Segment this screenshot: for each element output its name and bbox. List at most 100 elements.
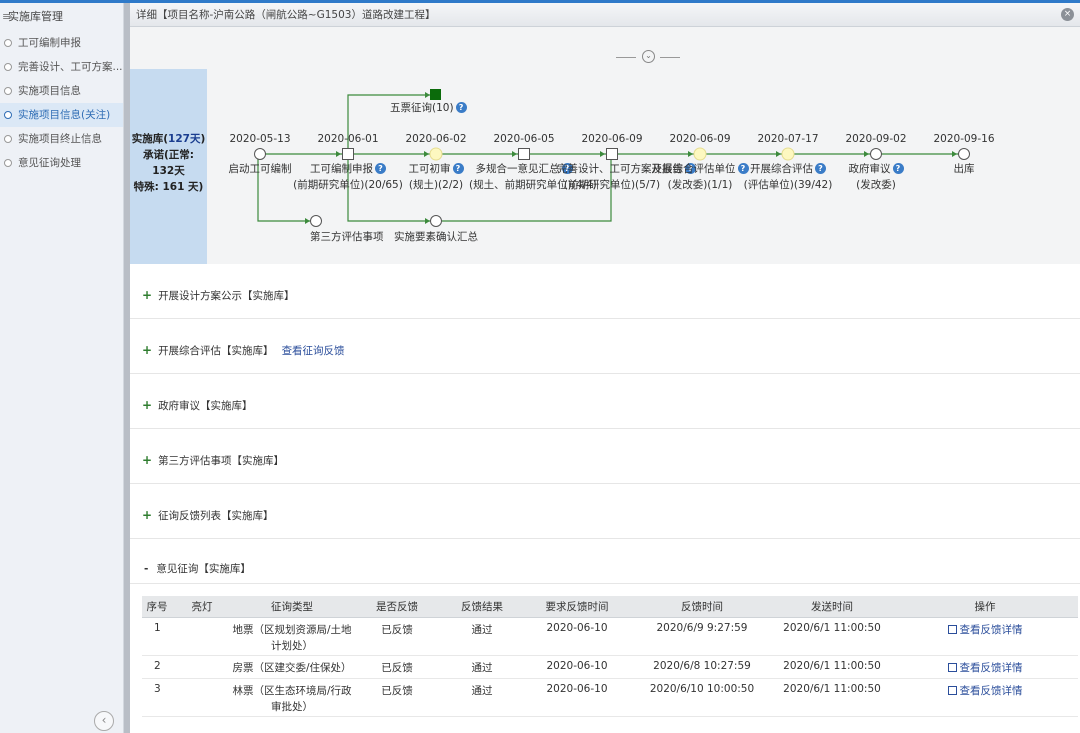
- column-header: 是否反馈: [352, 596, 442, 618]
- timeline-date: 2020-06-05: [493, 133, 555, 145]
- branch-arrow: [425, 92, 430, 98]
- section-title: 征询反馈列表【实施库】: [158, 510, 274, 522]
- cell-no: 2: [142, 655, 172, 679]
- branch-bottom-node-1: [310, 215, 322, 227]
- collapse-sidebar-icon[interactable]: ‹: [94, 711, 114, 731]
- section-title: 第三方评估事项【实施库】: [158, 455, 285, 467]
- section-header[interactable]: + 开展设计方案公示【实施库】: [142, 288, 295, 303]
- section-title: 政府审议【实施库】: [158, 400, 253, 412]
- timeline-arrow: [688, 151, 693, 157]
- view-feedback-link[interactable]: 查看征询反馈: [282, 345, 345, 357]
- timeline-node-label[interactable]: 出库: [909, 161, 1019, 177]
- timeline-node: [958, 148, 970, 160]
- cell-type: 房票（区建交委/住保处）: [232, 655, 352, 679]
- timeline-node: [870, 148, 882, 160]
- sidebar-item[interactable]: 实施项目信息(关注): [0, 103, 123, 127]
- expand-plus-icon: +: [142, 508, 153, 522]
- sidebar-item[interactable]: 意见征询处理: [0, 151, 123, 175]
- opinion-table: 序号 亮灯 征询类型 是否反馈 反馈结果 要求反馈时间 反馈时间 发送时间 操作 1 地票（区规划…: [142, 596, 1078, 717]
- cell-type: 地票（区规划资源局/土地 计划处）: [232, 617, 352, 656]
- view-feedback-detail-link[interactable]: 查看反馈详情: [947, 685, 1023, 697]
- table-row: 2 房票（区建交委/住保处） 已反馈 通过 2020-06-10 2020/6/8 10:…: [142, 655, 1078, 679]
- radio-dot-icon: [4, 63, 12, 71]
- column-header: 反馈结果: [442, 596, 522, 618]
- timeline-arrow: [864, 151, 869, 157]
- timeline-date: 2020-07-17: [757, 133, 819, 145]
- cell-result: 通过: [442, 678, 522, 717]
- cell-send: 2020/6/1 11:00:50: [772, 617, 892, 656]
- timeline-date: 2020-06-01: [317, 133, 379, 145]
- view-feedback-detail-link[interactable]: 查看反馈详情: [947, 624, 1023, 636]
- timeline-node: [429, 147, 443, 161]
- timeline-arrow: [424, 151, 429, 157]
- column-header: 反馈时间: [632, 596, 772, 618]
- help-icon[interactable]: ?: [892, 163, 904, 174]
- cell-action: 查看反馈详情: [892, 678, 1078, 717]
- branch-label[interactable]: 五票征询(10)?: [390, 100, 467, 116]
- sidebar: ≡实施库管理 工可编制申报完善设计、工可方案... 实施项目信息 实施项目信息(关注…: [0, 3, 124, 733]
- help-icon[interactable]: ?: [455, 102, 467, 113]
- column-header: 亮灯: [172, 596, 232, 618]
- sidebar-title[interactable]: ≡实施库管理: [0, 3, 123, 31]
- timeline-date: 2020-09-16: [933, 133, 995, 145]
- node-subtitle: (发改委): [856, 179, 896, 191]
- sidebar-item-label: 意见征询处理: [18, 157, 81, 169]
- sidebar-item[interactable]: 完善设计、工可方案...: [0, 55, 123, 79]
- node-title: 出库: [953, 163, 975, 175]
- sidebar-item-label: 工可编制申报: [18, 37, 81, 49]
- section-header[interactable]: + 征询反馈列表【实施库】: [142, 508, 274, 523]
- section-header[interactable]: + 政府审议【实施库】: [142, 398, 253, 413]
- cell-action: 查看反馈详情: [892, 655, 1078, 679]
- sidebar-item[interactable]: 实施项目信息: [0, 79, 123, 103]
- timeline-arrow: [600, 151, 605, 157]
- opinion-section-header[interactable]: - 意见征询【实施库】: [144, 561, 251, 576]
- node-title: 开展综合评估: [750, 163, 813, 175]
- node-title: 启动工可编制: [228, 163, 292, 175]
- section-header[interactable]: + 开展综合评估【实施库】 查看征询反馈: [142, 343, 345, 358]
- branch-label[interactable]: 实施要素确认汇总: [394, 229, 478, 245]
- timeline-graph: [254, 89, 970, 227]
- detail-header: 详细【项目名称-沪南公路（闸航公路~G1503）道路改建工程】 ×: [130, 3, 1080, 27]
- radio-dot-icon: [4, 111, 12, 119]
- column-header: 操作: [892, 596, 1078, 618]
- cell-feedback: 已反馈: [352, 678, 442, 717]
- timeline-date: 2020-06-02: [405, 133, 467, 145]
- table-row: 3 林票（区生态环境局/行政 审批处） 已反馈 通过 2020-06-10 2020/6/1…: [142, 678, 1078, 717]
- cell-no: 1: [142, 617, 172, 656]
- node-title: 工可初审: [408, 163, 451, 175]
- close-icon[interactable]: ×: [1061, 8, 1074, 21]
- column-header: 序号: [142, 596, 172, 618]
- timeline-node: [693, 147, 707, 161]
- timeline-arrow: [952, 151, 957, 157]
- cell-feedback: 已反馈: [352, 617, 442, 656]
- sidebar-list: 工可编制申报完善设计、工可方案... 实施项目信息 实施项目信息(关注) 实施项目终止…: [0, 31, 123, 175]
- table-header: 序号 亮灯 征询类型 是否反馈 反馈结果 要求反馈时间 反馈时间 发送时间 操作: [142, 596, 1078, 618]
- cell-action: 查看反馈详情: [892, 617, 1078, 656]
- accordion-section: + 开展综合评估【实施库】 查看征询反馈: [130, 319, 1080, 374]
- branch-arrow: [305, 218, 310, 224]
- section-title: 开展设计方案公示【实施库】: [158, 290, 295, 302]
- timeline-arrow: [776, 151, 781, 157]
- cell-type: 林票（区生态环境局/行政 审批处）: [232, 678, 352, 717]
- sidebar-item-label: 完善设计、工可方案...: [18, 61, 123, 73]
- collapse-minus-icon: -: [144, 563, 149, 575]
- column-header: 要求反馈时间: [522, 596, 632, 618]
- cell-fb_time: 2020/6/10 10:00:50: [632, 678, 772, 717]
- sidebar-item[interactable]: 实施项目终止信息: [0, 127, 123, 151]
- help-icon[interactable]: ?: [452, 163, 464, 174]
- node-title: 开展综合评估单位: [651, 163, 736, 175]
- cell-fb_time: 2020/6/8 10:27:59: [632, 655, 772, 679]
- timeline-node: [254, 148, 266, 160]
- accordion-section: + 开展设计方案公示【实施库】: [130, 264, 1080, 319]
- timeline-node: [606, 148, 618, 160]
- cell-no: 3: [142, 678, 172, 717]
- expand-plus-icon: +: [142, 398, 153, 412]
- sidebar-item[interactable]: 工可编制申报: [0, 31, 123, 55]
- accordion-section: + 征询反馈列表【实施库】: [130, 484, 1080, 539]
- view-feedback-detail-link[interactable]: 查看反馈详情: [947, 662, 1023, 674]
- branch-label[interactable]: 第三方评估事项: [310, 229, 384, 245]
- section-header[interactable]: + 第三方评估事项【实施库】: [142, 453, 284, 468]
- timeline-date: 2020-09-02: [845, 133, 907, 145]
- expand-plus-icon: +: [142, 343, 153, 357]
- timeline-arrow: [512, 151, 517, 157]
